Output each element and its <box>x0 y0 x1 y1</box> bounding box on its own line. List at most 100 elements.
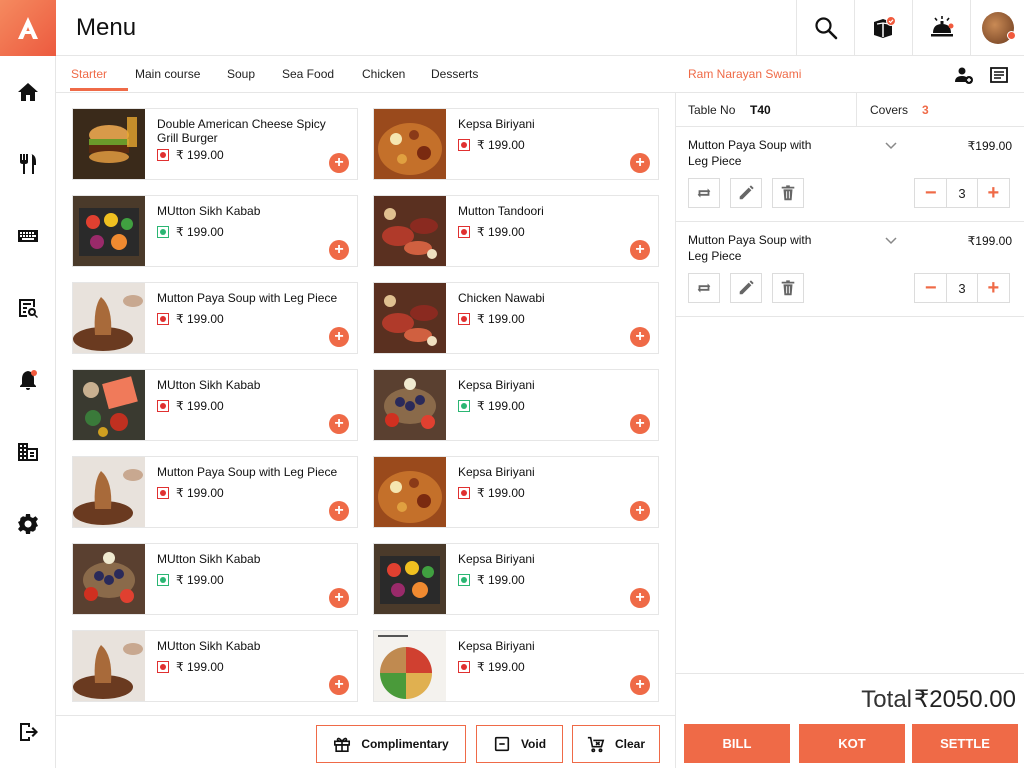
service-bell-button[interactable] <box>912 0 970 56</box>
menu-item-price: ₹ 199.00 <box>477 399 525 413</box>
add-item-button[interactable]: + <box>329 153 349 173</box>
complimentary-button[interactable]: Complimentary <box>316 725 466 763</box>
receipt-search-icon[interactable] <box>16 296 40 320</box>
add-item-button[interactable]: + <box>329 414 349 434</box>
order-line: Mutton Paya Soup with Leg Piece ₹199.00 −3… <box>676 127 1024 222</box>
menu-item-price: ₹ 199.00 <box>477 486 525 500</box>
keyboard-icon[interactable] <box>16 224 40 248</box>
increment-button[interactable]: + <box>978 179 1009 207</box>
table-info-row: Table No T40 Covers 3 <box>676 93 1024 127</box>
tab-chicken[interactable]: Chicken <box>362 67 405 81</box>
clear-label: Clear <box>614 737 646 751</box>
pos-screen: Menu Starter Main course Soup Sea Food C… <box>0 0 1024 768</box>
menu-item-card[interactable]: MUtton Sikh Kabab ₹ 199.00 + <box>72 369 358 441</box>
menu-item-card[interactable]: MUtton Sikh Kabab ₹ 199.00 + <box>72 543 358 615</box>
profile-button[interactable] <box>970 0 1024 56</box>
menu-item-card[interactable]: MUtton Sikh Kabab ₹ 199.00 + <box>72 630 358 702</box>
add-item-button[interactable]: + <box>630 501 650 521</box>
add-item-button[interactable]: + <box>329 588 349 608</box>
menu-item-price-row: ₹ 199.00 <box>157 225 224 239</box>
edit-button[interactable] <box>730 178 762 208</box>
delete-button[interactable] <box>772 273 804 303</box>
add-item-button[interactable]: + <box>329 675 349 695</box>
add-item-button[interactable]: + <box>630 327 650 347</box>
cutlery-icon[interactable] <box>16 152 40 176</box>
non-veg-icon <box>157 400 169 412</box>
logout-icon[interactable] <box>16 720 40 744</box>
menu-item-image <box>374 196 446 266</box>
add-user-icon[interactable] <box>954 65 974 85</box>
chevron-down-icon[interactable] <box>884 139 898 153</box>
edit-button[interactable] <box>730 273 762 303</box>
menu-item-image <box>73 544 145 614</box>
menu-item-price-row: ₹ 199.00 <box>458 486 525 500</box>
customer-name[interactable]: Ram Narayan Swami <box>688 67 801 81</box>
non-veg-icon <box>157 313 169 325</box>
decrement-button[interactable]: − <box>915 179 946 207</box>
tab-starter[interactable]: Starter <box>71 67 107 81</box>
increment-button[interactable]: + <box>978 274 1009 302</box>
menu-item-card[interactable]: Mutton Paya Soup with Leg Piece ₹ 199.00 + <box>72 456 358 528</box>
quantity-value[interactable]: 3 <box>946 274 978 302</box>
active-tab-indicator <box>70 88 128 91</box>
category-tabs: Starter Main course Soup Sea Food Chicke… <box>56 56 676 93</box>
add-item-button[interactable]: + <box>329 327 349 347</box>
repeat-button[interactable] <box>688 273 720 303</box>
menu-item-card[interactable]: Mutton Tandoori ₹ 199.00 + <box>373 195 659 267</box>
box-icon <box>873 16 896 38</box>
quantity-value[interactable]: 3 <box>946 179 978 207</box>
add-item-button[interactable]: + <box>630 414 650 434</box>
menu-item-image <box>73 457 145 527</box>
menu-item-card[interactable]: MUtton Sikh Kabab ₹ 199.00 + <box>72 195 358 267</box>
menu-item-card[interactable]: Kepsa Biriyani ₹ 199.00 + <box>373 108 659 180</box>
search-button[interactable] <box>796 0 854 56</box>
covers-value[interactable]: 3 <box>922 103 929 117</box>
menu-item-image <box>374 631 446 701</box>
notes-icon[interactable] <box>989 65 1009 85</box>
clear-button[interactable]: Clear <box>572 725 660 763</box>
add-item-button[interactable]: + <box>630 240 650 260</box>
menu-item-price: ₹ 199.00 <box>176 225 224 239</box>
menu-item-price-row: ₹ 199.00 <box>458 312 525 326</box>
add-item-button[interactable]: + <box>630 675 650 695</box>
delete-button[interactable] <box>772 178 804 208</box>
app-logo[interactable] <box>0 0 56 56</box>
complimentary-label: Complimentary <box>361 737 449 751</box>
menu-item-name: Kepsa Biriyani <box>458 117 535 131</box>
menu-item-card[interactable]: Kepsa Biriyani ₹ 199.00 + <box>373 543 659 615</box>
building-icon[interactable] <box>16 440 40 464</box>
menu-item-card[interactable]: Kepsa Biriyani ₹ 199.00 + <box>373 630 659 702</box>
bill-button[interactable]: BILL <box>684 724 790 763</box>
add-item-button[interactable]: + <box>630 153 650 173</box>
menu-item-price-row: ₹ 199.00 <box>157 148 224 162</box>
tab-soup[interactable]: Soup <box>227 67 255 81</box>
tab-desserts[interactable]: Desserts <box>431 67 478 81</box>
chevron-down-icon[interactable] <box>884 234 898 248</box>
bell-icon[interactable] <box>16 368 40 392</box>
avatar-badge <box>1006 31 1016 40</box>
table-label: Table No <box>688 103 736 117</box>
home-icon[interactable] <box>16 80 40 104</box>
menu-item-card[interactable]: Double American Cheese Spicy Grill Burge… <box>72 108 358 180</box>
repeat-button[interactable] <box>688 178 720 208</box>
decrement-button[interactable]: − <box>915 274 946 302</box>
orders-button[interactable] <box>854 0 912 56</box>
void-label: Void <box>520 737 547 751</box>
void-button[interactable]: Void <box>476 725 563 763</box>
gear-icon[interactable] <box>16 512 40 536</box>
menu-item-card[interactable]: Kepsa Biriyani ₹ 199.00 + <box>373 456 659 528</box>
top-bar: Menu <box>56 0 1024 56</box>
menu-item-card[interactable]: Mutton Paya Soup with Leg Piece ₹ 199.00 + <box>72 282 358 354</box>
tab-sea-food[interactable]: Sea Food <box>282 67 334 81</box>
non-veg-icon <box>157 487 169 499</box>
menu-item-image <box>374 109 446 179</box>
add-item-button[interactable]: + <box>329 501 349 521</box>
menu-item-card[interactable]: Kepsa Biriyani ₹ 199.00 + <box>373 369 659 441</box>
add-item-button[interactable]: + <box>630 588 650 608</box>
add-item-button[interactable]: + <box>329 240 349 260</box>
service-bell-icon <box>930 16 953 37</box>
settle-button[interactable]: SETTLE <box>912 724 1018 763</box>
tab-main-course[interactable]: Main course <box>135 67 200 81</box>
menu-item-card[interactable]: Chicken Nawabi ₹ 199.00 + <box>373 282 659 354</box>
kot-button[interactable]: KOT <box>799 724 905 763</box>
